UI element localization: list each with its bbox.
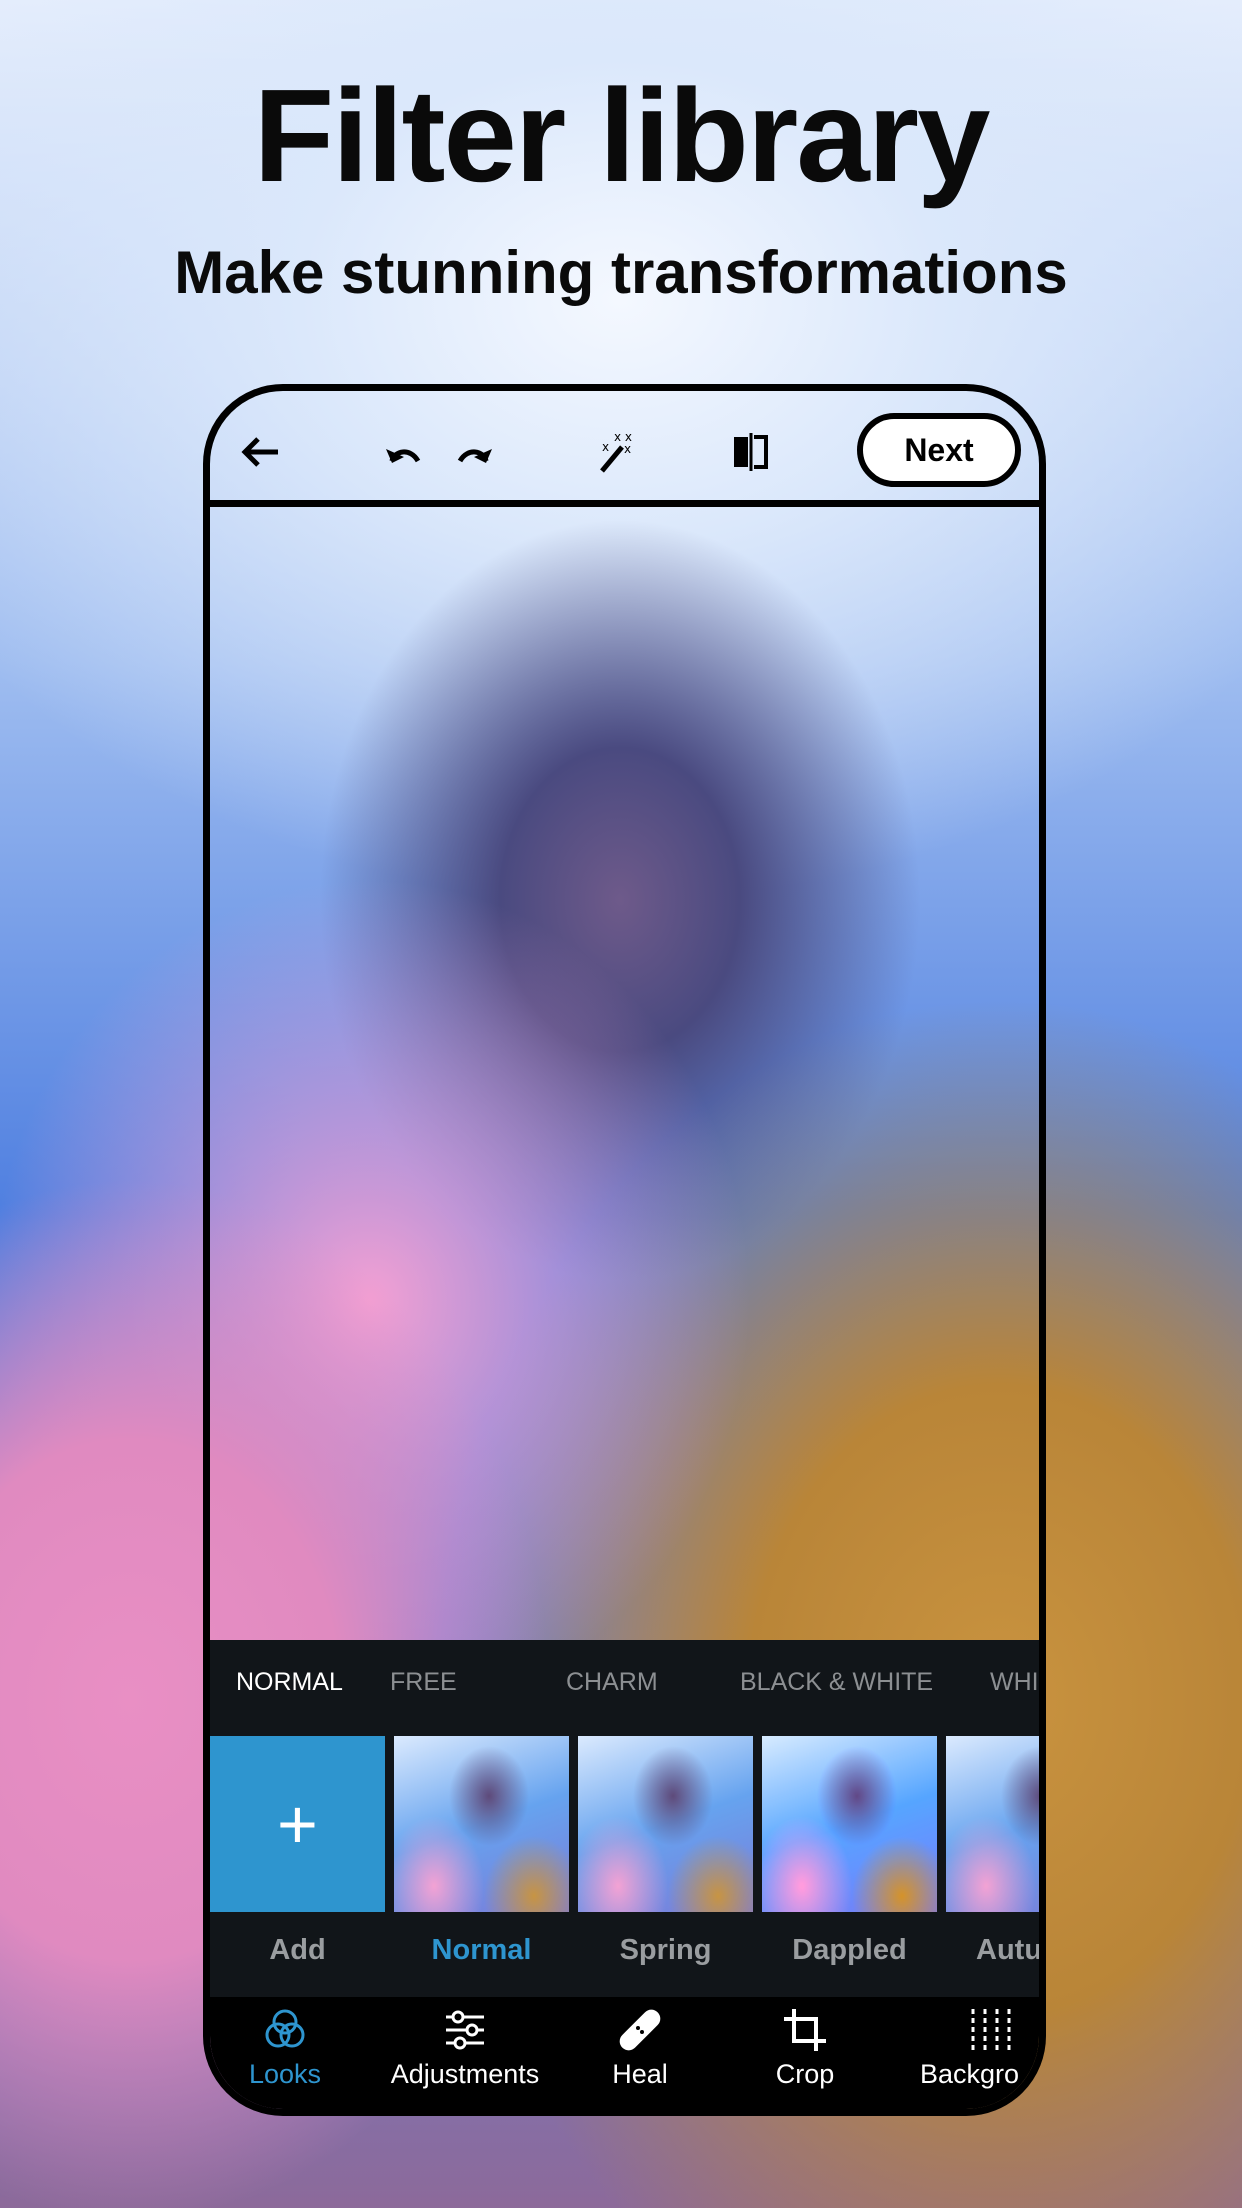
- nav-crop[interactable]: Crop: [720, 2007, 890, 2090]
- background-icon: [971, 2009, 1011, 2053]
- page-subtitle: Make stunning transformations: [174, 239, 1068, 306]
- tab-free[interactable]: FREE: [390, 1668, 457, 1697]
- nav-label: Backgro: [920, 2059, 1020, 2089]
- compare-icon[interactable]: [726, 427, 776, 477]
- next-button[interactable]: Next: [857, 413, 1021, 487]
- nav-label: Crop: [775, 2059, 835, 2089]
- magic-wand-icon[interactable]: x xxx: [592, 427, 642, 477]
- nav-background[interactable]: Backgro: [900, 2007, 1039, 2090]
- svg-text:x: x: [624, 442, 631, 456]
- look-label-autumn: Autu: [976, 1934, 1043, 1966]
- nav-label: Adjustments: [390, 2059, 540, 2089]
- add-look-button[interactable]: +: [210, 1736, 385, 1912]
- nav-label: Looks: [248, 2059, 322, 2089]
- look-label-normal: Normal: [431, 1934, 532, 1966]
- undo-icon[interactable]: [380, 427, 430, 477]
- category-tabs: NORMAL FREE CHARM BLACK & WHITE WHI: [210, 1668, 1039, 1718]
- tab-black-white[interactable]: BLACK & WHITE: [740, 1668, 933, 1697]
- look-thumb-spring[interactable]: [578, 1736, 753, 1912]
- tab-charm[interactable]: CHARM: [566, 1668, 658, 1697]
- tab-normal[interactable]: NORMAL: [236, 1668, 343, 1697]
- looks-strip: +: [210, 1736, 1039, 1912]
- look-label-add: Add: [269, 1934, 326, 1966]
- nav-looks[interactable]: Looks: [210, 2007, 370, 2090]
- bottom-nav: Looks Adjustments Heal Crop Backgro: [210, 1997, 1039, 2109]
- arrow-left-icon[interactable]: [236, 427, 286, 477]
- sliders-icon: [446, 2010, 484, 2050]
- look-label-spring: Spring: [619, 1934, 712, 1966]
- editor-toolbar: x xxx Next: [210, 391, 1039, 507]
- nav-label: Heal: [612, 2059, 668, 2089]
- nav-heal[interactable]: Heal: [555, 2007, 725, 2090]
- look-thumb-autumn[interactable]: [946, 1736, 1039, 1912]
- looks-panel: NORMAL FREE CHARM BLACK & WHITE WHI + Ad…: [210, 1640, 1039, 1997]
- looks-icon: [265, 2009, 305, 2048]
- svg-text:x: x: [602, 440, 609, 454]
- look-thumb-dappled[interactable]: [762, 1736, 937, 1912]
- page-title: Filter library: [253, 62, 991, 209]
- look-label-dappled: Dappled: [792, 1934, 907, 1966]
- nav-adjustments[interactable]: Adjustments: [380, 2007, 550, 2090]
- bandage-icon: [619, 2009, 661, 2051]
- crop-icon: [784, 2009, 826, 2051]
- redo-icon[interactable]: [448, 427, 498, 477]
- tab-whi[interactable]: WHI: [990, 1668, 1039, 1697]
- phone-frame: x xxx Next NORMAL FREE CHARM BLACK & WHI…: [203, 384, 1046, 2116]
- look-thumb-normal[interactable]: [394, 1736, 569, 1912]
